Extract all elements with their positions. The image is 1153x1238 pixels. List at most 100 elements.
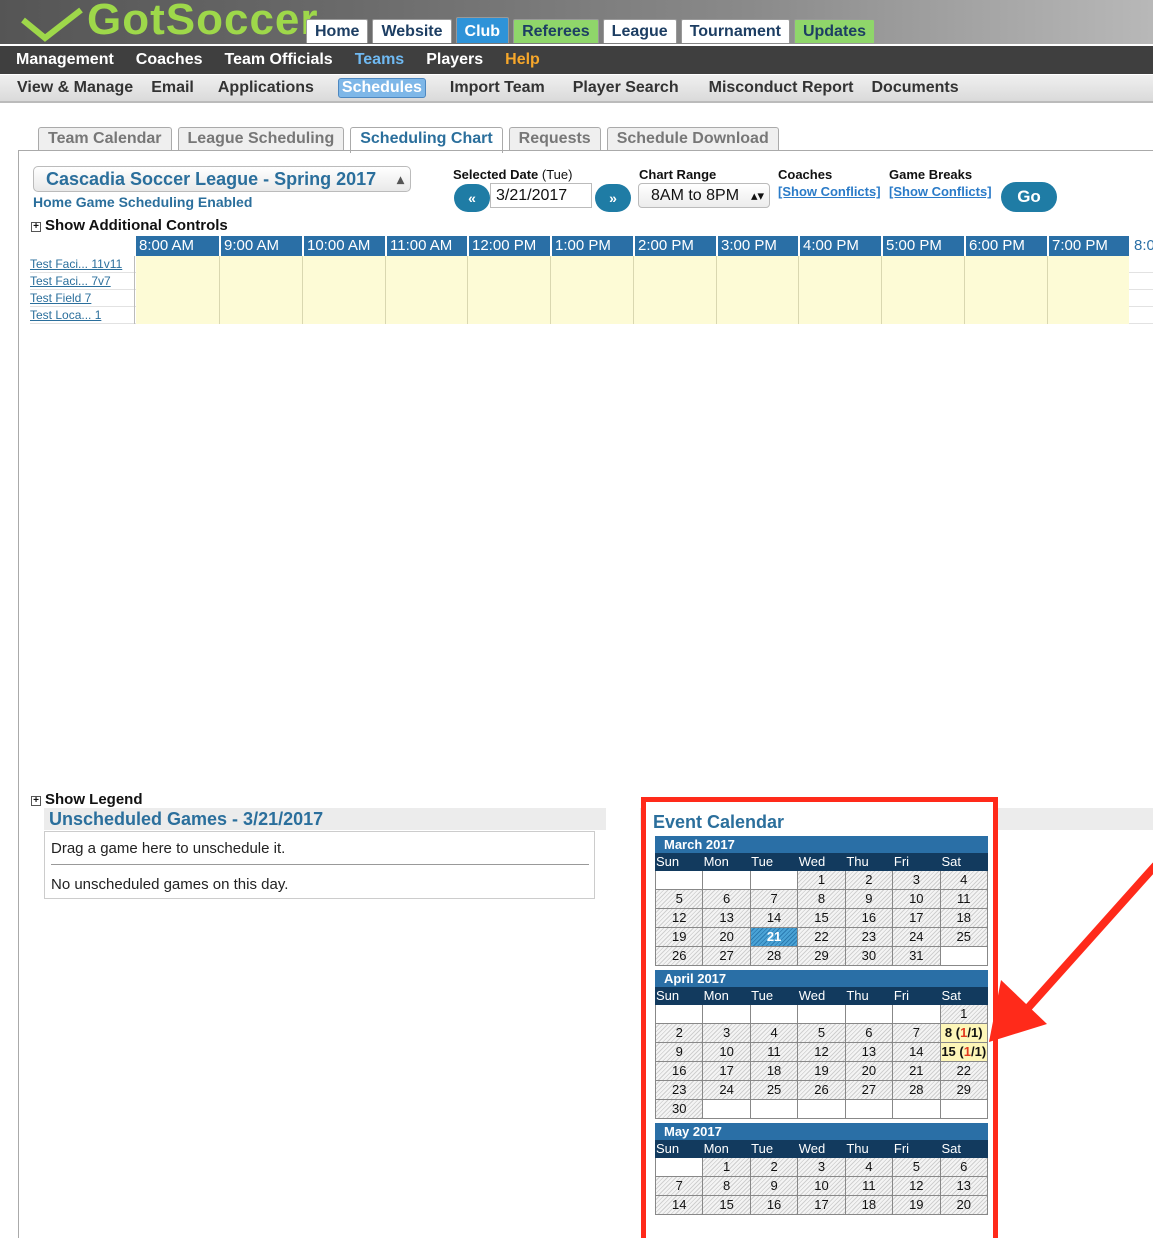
calendar-day[interactable]: 23 bbox=[655, 1081, 704, 1100]
calendar-day[interactable]: 17 bbox=[893, 909, 941, 928]
calendar-day[interactable]: 5 bbox=[893, 1158, 941, 1177]
subnav-player-search[interactable]: Player Search bbox=[573, 79, 679, 97]
nav-coaches[interactable]: Coaches bbox=[136, 51, 203, 69]
calendar-day[interactable]: 29 bbox=[798, 947, 846, 966]
calendar-day[interactable]: 9 bbox=[750, 1177, 799, 1196]
calendar-day[interactable]: 16 bbox=[750, 1196, 799, 1215]
calendar-day[interactable]: 13 bbox=[940, 1177, 988, 1196]
calendar-day[interactable]: 7 bbox=[750, 890, 799, 909]
main-tab-website[interactable]: Website bbox=[372, 19, 452, 43]
calendar-day[interactable]: 11 bbox=[750, 1043, 799, 1062]
calendar-day[interactable]: 10 bbox=[798, 1177, 846, 1196]
facility-link[interactable]: Test Field 7 bbox=[30, 290, 135, 307]
next-date-button[interactable]: » bbox=[595, 184, 631, 212]
calendar-day[interactable]: 9 bbox=[845, 890, 894, 909]
calendar-day[interactable]: 10 bbox=[703, 1043, 751, 1062]
calendar-day[interactable]: 12 bbox=[893, 1177, 941, 1196]
coaches-show-conflicts-link[interactable]: [Show Conflicts] bbox=[778, 184, 881, 199]
calendar-day[interactable]: 3 bbox=[798, 1158, 846, 1177]
logo[interactable]: GotSoccer bbox=[15, 0, 319, 42]
selected-date-input[interactable]: 3/21/2017 bbox=[490, 183, 592, 208]
calendar-day[interactable]: 18 bbox=[750, 1062, 799, 1081]
calendar-day[interactable]: 12 bbox=[655, 909, 704, 928]
facility-link[interactable]: Test Faci... 7v7 bbox=[30, 273, 135, 290]
go-button[interactable]: Go bbox=[1001, 182, 1057, 212]
league-select[interactable]: Cascadia Soccer League - Spring 2017 ▴ bbox=[33, 166, 411, 192]
show-additional-controls-toggle[interactable]: + Show Additional Controls bbox=[31, 217, 228, 234]
nav-players[interactable]: Players bbox=[426, 51, 483, 69]
time-slots[interactable] bbox=[136, 273, 1129, 290]
calendar-day[interactable]: 8 bbox=[703, 1177, 751, 1196]
calendar-day[interactable]: 26 bbox=[798, 1081, 846, 1100]
tab-schedule-download[interactable]: Schedule Download bbox=[606, 127, 779, 151]
subnav-import-team[interactable]: Import Team bbox=[450, 79, 545, 97]
subnav-view-manage[interactable]: View & Manage bbox=[17, 79, 133, 97]
calendar-day[interactable]: 3 bbox=[893, 871, 941, 890]
time-slots[interactable] bbox=[136, 290, 1129, 307]
nav-team-officials[interactable]: Team Officials bbox=[225, 51, 333, 69]
calendar-day[interactable]: 20 bbox=[845, 1062, 894, 1081]
calendar-day[interactable]: 2 bbox=[750, 1158, 799, 1177]
calendar-day[interactable]: 16 bbox=[845, 909, 894, 928]
calendar-day[interactable]: 26 bbox=[655, 947, 704, 966]
game-breaks-show-conflicts-link[interactable]: [Show Conflicts] bbox=[889, 184, 992, 199]
main-tab-home[interactable]: Home bbox=[306, 19, 369, 43]
calendar-day[interactable]: 31 bbox=[893, 947, 941, 966]
calendar-day[interactable]: 15 bbox=[798, 909, 846, 928]
unscheduled-drop-zone[interactable]: Drag a game here to unschedule it. No un… bbox=[44, 831, 595, 899]
calendar-day[interactable]: 12 bbox=[798, 1043, 846, 1062]
calendar-day[interactable]: 29 bbox=[940, 1081, 988, 1100]
calendar-day[interactable]: 16 bbox=[655, 1062, 704, 1081]
calendar-day[interactable]: 5 bbox=[798, 1024, 846, 1043]
calendar-day[interactable]: 22 bbox=[798, 928, 846, 947]
main-tab-updates[interactable]: Updates bbox=[793, 19, 876, 43]
calendar-day[interactable]: 1 bbox=[940, 1005, 988, 1024]
calendar-day[interactable]: 7 bbox=[893, 1024, 941, 1043]
calendar-day[interactable]: 15 (1/1) bbox=[940, 1043, 988, 1062]
calendar-day[interactable]: 23 bbox=[845, 928, 894, 947]
tab-team-calendar[interactable]: Team Calendar bbox=[38, 127, 172, 151]
calendar-day[interactable]: 27 bbox=[703, 947, 751, 966]
calendar-day[interactable]: 27 bbox=[845, 1081, 894, 1100]
calendar-day[interactable]: 20 bbox=[703, 928, 751, 947]
calendar-day[interactable]: 1 bbox=[703, 1158, 751, 1177]
calendar-day[interactable]: 10 bbox=[893, 890, 941, 909]
subnav-email[interactable]: Email bbox=[151, 79, 194, 97]
calendar-day[interactable]: 3 bbox=[703, 1024, 751, 1043]
calendar-day[interactable]: 18 bbox=[940, 909, 988, 928]
calendar-day[interactable]: 4 bbox=[940, 871, 988, 890]
calendar-day[interactable]: 8 (1/1) bbox=[940, 1024, 988, 1043]
calendar-day[interactable]: 6 bbox=[845, 1024, 894, 1043]
calendar-day[interactable]: 30 bbox=[655, 1100, 704, 1119]
calendar-day[interactable]: 17 bbox=[703, 1062, 751, 1081]
main-tab-referees[interactable]: Referees bbox=[513, 19, 599, 43]
calendar-day[interactable]: 13 bbox=[703, 909, 751, 928]
subnav-applications[interactable]: Applications bbox=[218, 79, 314, 97]
calendar-day[interactable]: 1 bbox=[798, 871, 846, 890]
tab-league-scheduling[interactable]: League Scheduling bbox=[177, 127, 345, 151]
calendar-day[interactable]: 11 bbox=[940, 890, 988, 909]
main-tab-league[interactable]: League bbox=[602, 19, 677, 43]
calendar-day[interactable]: 6 bbox=[940, 1158, 988, 1177]
chart-range-select[interactable]: 8AM to 8PM ▴▾ bbox=[638, 183, 770, 208]
nav-management[interactable]: Management bbox=[16, 51, 114, 69]
calendar-day[interactable]: 7 bbox=[655, 1177, 704, 1196]
facility-link[interactable]: Test Loca... 1 bbox=[30, 307, 135, 324]
calendar-day[interactable]: 21 bbox=[893, 1062, 941, 1081]
calendar-day[interactable]: 21 bbox=[750, 928, 799, 947]
calendar-day[interactable]: 22 bbox=[940, 1062, 988, 1081]
calendar-day[interactable]: 25 bbox=[750, 1081, 799, 1100]
calendar-day[interactable]: 30 bbox=[845, 947, 894, 966]
facility-link[interactable]: Test Faci... 11v11 bbox=[30, 256, 135, 273]
subnav-misconduct-report[interactable]: Misconduct Report bbox=[709, 79, 854, 97]
time-slots[interactable] bbox=[136, 256, 1129, 273]
subnav-schedules[interactable]: Schedules bbox=[337, 78, 426, 98]
tab-requests[interactable]: Requests bbox=[508, 127, 601, 151]
calendar-day[interactable]: 19 bbox=[893, 1196, 941, 1215]
calendar-day[interactable]: 6 bbox=[703, 890, 751, 909]
calendar-day[interactable]: 18 bbox=[845, 1196, 894, 1215]
calendar-day[interactable]: 28 bbox=[750, 947, 799, 966]
calendar-day[interactable]: 9 bbox=[655, 1043, 704, 1062]
calendar-day[interactable]: 11 bbox=[845, 1177, 894, 1196]
calendar-day[interactable]: 15 bbox=[703, 1196, 751, 1215]
